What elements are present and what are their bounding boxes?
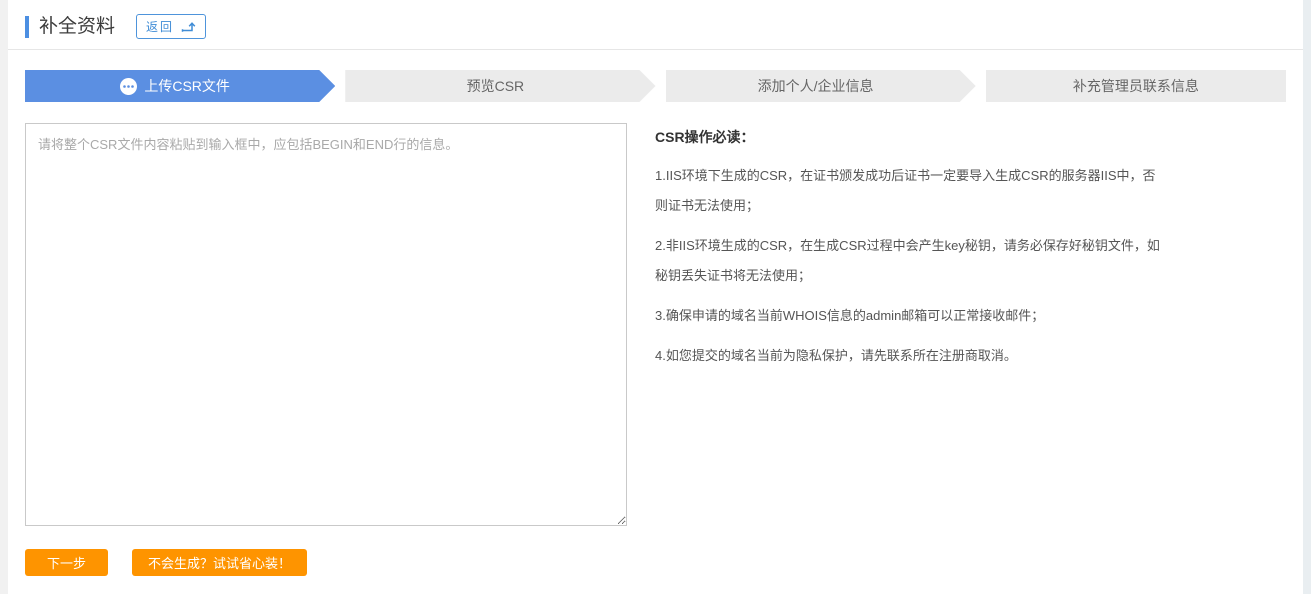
form-actions: 下一步 不会生成？试试省心装！ [25, 549, 1286, 576]
step-label: 预览CSR [467, 76, 525, 96]
main-content: 补全资料 返回 上传CSR文件 预览CSR 添加个人/企业信息 [8, 0, 1303, 576]
step-add-info: 添加个人/企业信息 [666, 70, 976, 102]
step-label: 上传CSR文件 [144, 76, 230, 96]
back-button-label: 返回 [146, 18, 174, 35]
wizard-stepper: 上传CSR文件 预览CSR 添加个人/企业信息 补充管理员联系信息 [25, 70, 1286, 102]
main-area: CSR操作必读： 1.IIS环境下生成的CSR，在证书颁发成功后证书一定要导入生… [25, 123, 1286, 526]
scrollbar-track[interactable] [1303, 0, 1311, 594]
page-header: 补全资料 返回 [8, 0, 1303, 50]
easy-install-button[interactable]: 不会生成？试试省心装！ [132, 549, 307, 576]
ellipsis-icon [120, 78, 137, 95]
notice-item-2: 2.非IIS环境生成的CSR，在生成CSR过程中会产生key秘钥，请务必保存好秘… [655, 231, 1160, 291]
notice-item-1: 1.IIS环境下生成的CSR，在证书颁发成功后证书一定要导入生成CSR的服务器I… [655, 161, 1160, 221]
csr-notice-panel: CSR操作必读： 1.IIS环境下生成的CSR，在证书颁发成功后证书一定要导入生… [655, 123, 1160, 526]
notice-item-4: 4.如您提交的域名当前为隐私保护，请先联系所在注册商取消。 [655, 341, 1160, 371]
next-step-button[interactable]: 下一步 [25, 549, 108, 576]
notice-title: CSR操作必读： [655, 127, 1160, 147]
notice-item-3: 3.确保申请的域名当前WHOIS信息的admin邮箱可以正常接收邮件； [655, 301, 1160, 331]
page-background-strip [0, 0, 8, 594]
csr-content-input[interactable] [25, 123, 627, 526]
step-admin-contact: 补充管理员联系信息 [986, 70, 1286, 102]
step-label: 添加个人/企业信息 [758, 76, 874, 96]
step-preview-csr: 预览CSR [345, 70, 655, 102]
back-button[interactable]: 返回 [136, 14, 206, 39]
step-label: 补充管理员联系信息 [1073, 76, 1199, 96]
page-title: 补全资料 [25, 16, 115, 38]
return-arrow-icon [181, 21, 196, 33]
step-upload-csr: 上传CSR文件 [25, 70, 335, 102]
